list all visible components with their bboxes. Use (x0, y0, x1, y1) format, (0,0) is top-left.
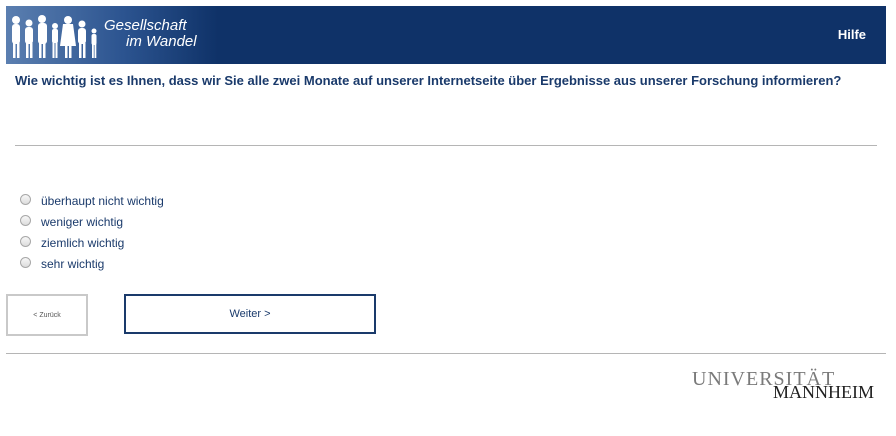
radio-button[interactable] (20, 194, 31, 205)
help-link[interactable]: Hilfe (838, 27, 866, 42)
universitaet-mannheim-logo: UNIVERSITÄT MANNHEIM (692, 368, 874, 408)
option-label[interactable]: weniger wichtig (41, 215, 123, 229)
people-silhouettes-icon (12, 15, 97, 58)
answer-options: überhaupt nicht wichtig weniger wichtig … (20, 190, 164, 274)
option-weniger-wichtig[interactable]: weniger wichtig (20, 211, 164, 232)
footer-divider (6, 353, 886, 354)
radio-button[interactable] (20, 236, 31, 247)
option-label[interactable]: ziemlich wichtig (41, 236, 124, 250)
option-ziemlich-wichtig[interactable]: ziemlich wichtig (20, 232, 164, 253)
gesellschaft-im-wandel-logo: Gesellschaft im Wandel (6, 6, 218, 64)
radio-button[interactable] (20, 215, 31, 226)
logo-line2: im Wandel (126, 33, 197, 50)
option-label[interactable]: überhaupt nicht wichtig (41, 194, 164, 208)
uni-logo-line2: MANNHEIM (773, 382, 874, 402)
option-ueberhaupt-nicht-wichtig[interactable]: überhaupt nicht wichtig (20, 190, 164, 211)
back-button[interactable]: < Zurück (6, 294, 88, 336)
header-bar: Gesellschaft im Wandel Hilfe (6, 6, 886, 64)
logo-text: Gesellschaft im Wandel (104, 18, 197, 50)
option-sehr-wichtig[interactable]: sehr wichtig (20, 253, 164, 274)
next-button[interactable]: Weiter > (124, 294, 376, 334)
radio-button[interactable] (20, 257, 31, 268)
divider (15, 145, 877, 146)
logo-line1: Gesellschaft (104, 17, 187, 34)
option-label[interactable]: sehr wichtig (41, 257, 104, 271)
question-text: Wie wichtig ist es Ihnen, dass wir Sie a… (15, 73, 842, 88)
